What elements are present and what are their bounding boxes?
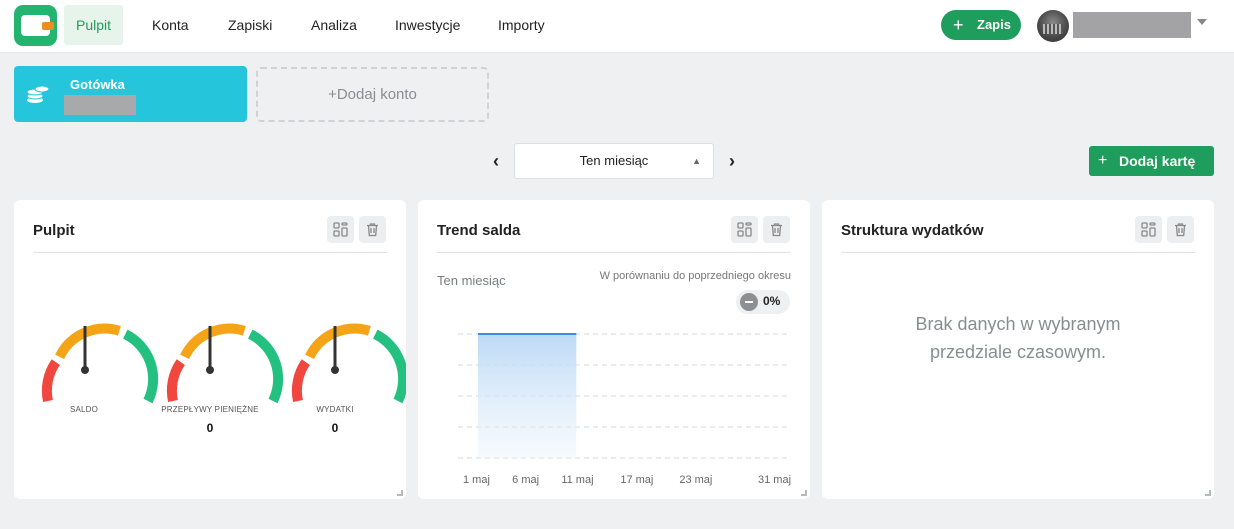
add-account-button[interactable]: +Dodaj konto	[256, 67, 489, 122]
trash-icon	[1175, 223, 1186, 237]
x-tick-label: 23 maj	[679, 474, 713, 486]
next-period-chevron-right-icon[interactable]: ›	[722, 150, 742, 172]
nav-item-konta[interactable]: Konta	[140, 5, 201, 45]
card-layout-button[interactable]	[1135, 216, 1162, 243]
add-card-button[interactable]: + Dodaj kartę	[1089, 146, 1214, 176]
account-tile-cash[interactable]: Gotówka	[14, 66, 247, 122]
plus-icon: +	[1098, 152, 1108, 169]
add-record-label: Zapis	[977, 17, 1011, 32]
card-expense-structure: Struktura wydatków Brak danych w wybrany…	[822, 200, 1214, 499]
add-account-label: Dodaj konto	[336, 86, 417, 103]
gauge-value-cashflow: 0	[206, 421, 214, 435]
empty-state-message: Brak danych w wybranym przedziale czasow…	[915, 314, 1121, 362]
nav-item-analiza[interactable]: Analiza	[299, 5, 369, 45]
gauge-value-expenses: 0	[331, 421, 339, 435]
period-select-value: Ten miesiąc	[579, 153, 649, 168]
gauge-saldo	[41, 323, 159, 404]
card-delete-button[interactable]	[359, 216, 386, 243]
card-balance-trend: Trend salda Ten miesiąc W porównaniu do …	[418, 200, 810, 499]
chevron-down-icon[interactable]	[1197, 19, 1207, 25]
layout-grid-icon	[333, 222, 348, 237]
add-card-label: Dodaj kartę	[1119, 153, 1196, 169]
card-divider	[841, 252, 1195, 253]
add-record-button[interactable]: + Zapis	[941, 10, 1021, 40]
balance-trend-chart	[458, 333, 791, 459]
gauge-expenses	[291, 323, 406, 404]
card-layout-button[interactable]	[327, 216, 354, 243]
period-select[interactable]: Ten miesiąc ▲	[514, 143, 714, 179]
card-title: Pulpit	[33, 222, 75, 239]
card-delete-button[interactable]	[1167, 216, 1194, 243]
card-resize-handle[interactable]	[1205, 490, 1211, 496]
nav-item-inwestycje[interactable]: Inwestycje	[383, 5, 472, 45]
x-tick-label: 1 maj	[463, 474, 490, 486]
gauge-label-cashflow: PRZEPŁYWY PIENIĘŻNE	[161, 405, 259, 414]
user-name-redacted[interactable]	[1073, 12, 1191, 38]
trash-icon	[367, 223, 378, 237]
plus-icon: +	[953, 15, 964, 35]
x-tick-label: 31 maj	[758, 474, 792, 486]
x-tick-label: 6 maj	[512, 474, 540, 486]
card-resize-handle[interactable]	[397, 490, 403, 496]
gauges-group	[41, 323, 406, 404]
nav-item-zapiski[interactable]: Zapiski	[216, 5, 284, 45]
layout-grid-icon	[1141, 222, 1156, 237]
series-area	[478, 334, 577, 458]
select-updown-icon: ▲	[692, 156, 701, 166]
card-title: Struktura wydatków	[841, 222, 984, 239]
coins-icon	[26, 85, 50, 103]
x-tick-label: 11 maj	[561, 474, 594, 486]
user-avatar[interactable]	[1037, 10, 1069, 42]
previous-period-chevron-left-icon[interactable]: ‹	[486, 150, 506, 172]
app-logo-wallet-icon[interactable]	[14, 5, 57, 46]
x-tick-label: 17 maj	[620, 474, 654, 486]
gauge-label-expenses: WYDATKI	[316, 405, 354, 414]
nav-item-importy[interactable]: Importy	[486, 5, 557, 45]
top-navigation-bar: Pulpit Konta Zapiski Analiza Inwestycje …	[0, 0, 1234, 53]
gauge-label-saldo: SALDO	[69, 405, 99, 414]
card-dashboard: Pulpit SALDO PRZEPŁYWY PIENIĘŻNE 0 WYDAT…	[14, 200, 406, 499]
plus-icon: +	[328, 86, 337, 103]
card-resize-handle[interactable]	[801, 490, 807, 496]
nav-item-pulpit[interactable]: Pulpit	[64, 5, 124, 45]
gauge-cashflow	[166, 323, 284, 404]
account-name: Gotówka	[70, 77, 125, 92]
account-balance-redacted	[64, 95, 136, 115]
card-divider	[33, 252, 387, 253]
